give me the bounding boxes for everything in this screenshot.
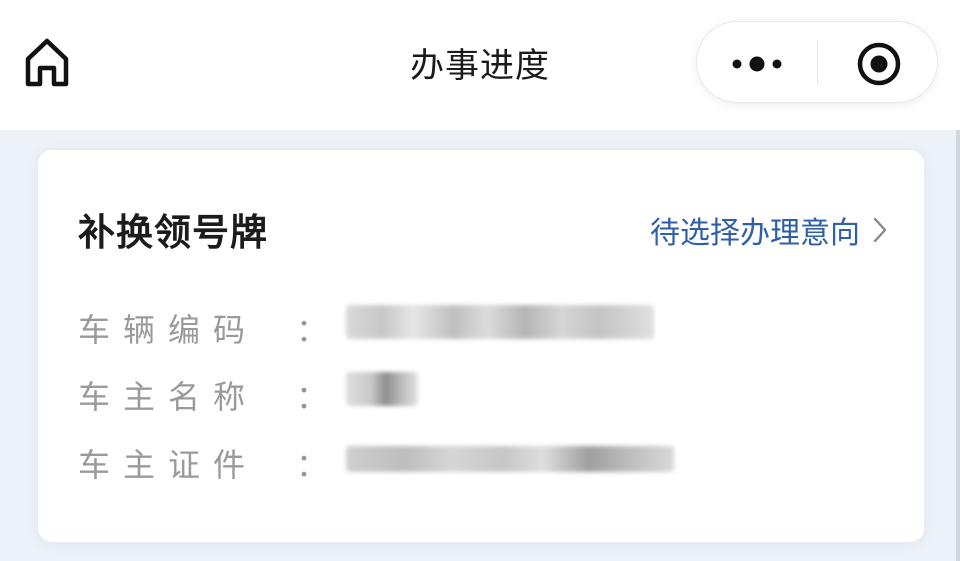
chevron-right-icon xyxy=(873,217,887,243)
redacted-value xyxy=(346,446,674,472)
row-label: 车辆编码 xyxy=(78,311,259,349)
target-circle-icon xyxy=(857,42,901,86)
row-colon: ： xyxy=(296,311,329,349)
status-link[interactable]: 待选择办理意向 xyxy=(650,208,888,252)
status-text: 待选择办理意向 xyxy=(650,216,860,251)
row-colon: ： xyxy=(296,446,329,484)
redacted-value xyxy=(346,372,418,406)
row-label: 车主证件 xyxy=(78,446,259,484)
row-colon: ： xyxy=(296,378,329,416)
card-title: 补换领号牌 xyxy=(78,211,268,254)
more-dots-icon xyxy=(732,56,782,72)
page: 办事进度 补换领号牌 待选择办理意向 车辆编码 ： 车主名称 ： 车主证件 ： xyxy=(0,0,960,561)
mini-program-capsule xyxy=(697,22,937,102)
nav-header: 办事进度 xyxy=(0,0,960,130)
scroll-edge xyxy=(956,130,960,561)
close-button[interactable] xyxy=(818,22,937,102)
row-label: 车主名称 xyxy=(78,378,259,416)
redacted-value xyxy=(346,305,654,339)
more-button[interactable] xyxy=(697,22,817,102)
progress-card[interactable]: 补换领号牌 待选择办理意向 车辆编码 ： 车主名称 ： 车主证件 ： xyxy=(38,150,924,542)
